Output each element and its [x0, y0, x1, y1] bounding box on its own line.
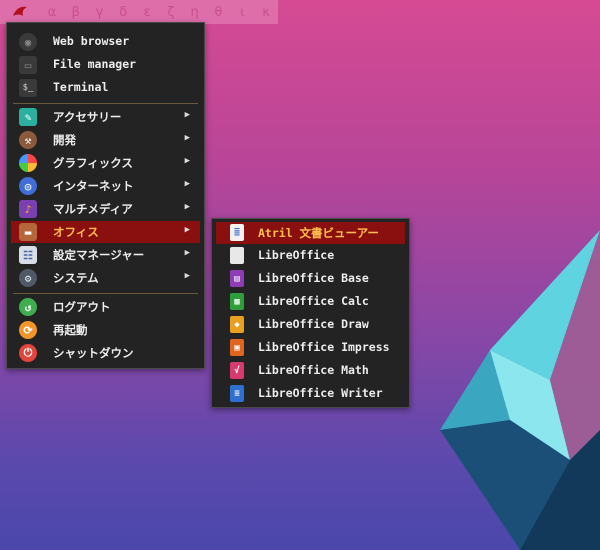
menu-item-libreoffice-impress[interactable]: ▣ LibreOffice Impress [216, 337, 405, 359]
menu-item-libreoffice-calc[interactable]: ▦ LibreOffice Calc [216, 291, 405, 313]
menu-item-terminal[interactable]: $_ Terminal [11, 77, 200, 99]
workspace-3[interactable]: γ [88, 5, 112, 20]
menu-separator [13, 293, 198, 294]
folder-icon: ▭ [19, 56, 37, 74]
restart-icon: ⟳ [19, 321, 37, 339]
libreoffice-icon [230, 247, 244, 264]
menu-item-label: LibreOffice Base [258, 271, 369, 285]
menu-item-label: LibreOffice Impress [258, 340, 390, 354]
menu-item-libreoffice-writer[interactable]: ≡ LibreOffice Writer [216, 383, 405, 405]
menu-item-office[interactable]: ▬ オフィス ▶ [11, 221, 200, 243]
menu-item-label: オフィス [53, 225, 99, 239]
hammer-icon: ⚒ [19, 131, 37, 149]
menu-item-system[interactable]: ⚙ システム ▶ [11, 267, 200, 289]
menu-item-label: LibreOffice Draw [258, 317, 369, 331]
menu-item-label: 開発 [53, 133, 76, 147]
libreoffice-base-icon: ▤ [230, 270, 244, 287]
libreoffice-draw-icon: ◆ [230, 316, 244, 333]
accessories-icon: ✎ [19, 108, 37, 126]
submenu-arrow-icon: ▶ [184, 248, 190, 258]
menu-item-label: 再起動 [53, 323, 88, 337]
menu-item-development[interactable]: ⚒ 開発 ▶ [11, 129, 200, 151]
briefcase-icon: ▬ [19, 223, 37, 241]
workspace-8[interactable]: θ [207, 5, 231, 20]
submenu-arrow-icon: ▶ [184, 225, 190, 235]
menu-item-label: Terminal [53, 80, 109, 94]
menu-item-logout[interactable]: ↺ ログアウト [11, 296, 200, 318]
submenu-arrow-icon: ▶ [184, 133, 190, 143]
menu-item-label: ログアウト [53, 300, 111, 314]
submenu-arrow-icon: ▶ [184, 156, 190, 166]
main-menu: ◉ Web browser ▭ File manager $_ Terminal… [6, 22, 205, 369]
menu-item-accessories[interactable]: ✎ アクセサリー ▶ [11, 106, 200, 128]
workspace-9[interactable]: ι [230, 5, 254, 20]
workspace-7[interactable]: η [183, 5, 207, 20]
menu-item-shutdown[interactable]: ⏻ シャットダウン [11, 342, 200, 364]
menu-item-label: Atril 文書ビューアー [258, 226, 379, 240]
taskbar: α β γ δ ε ζ η θ ι κ [0, 0, 278, 24]
submenu-arrow-icon: ▶ [184, 110, 190, 120]
multimedia-icon: ♪ [19, 200, 37, 218]
menu-item-libreoffice[interactable]: LibreOffice [216, 245, 405, 267]
logout-icon: ↺ [19, 298, 37, 316]
libreoffice-math-icon: √ [230, 362, 244, 379]
menu-item-web-browser[interactable]: ◉ Web browser [11, 31, 200, 53]
submenu-arrow-icon: ▶ [184, 271, 190, 281]
gear-icon: ⚙ [19, 269, 37, 287]
menu-item-graphics[interactable]: グラフィックス ▶ [11, 152, 200, 174]
menu-item-label: シャットダウン [53, 346, 134, 360]
graphics-icon [19, 154, 37, 172]
crystal-wallpaper-graphic [440, 230, 600, 550]
workspace-10[interactable]: κ [254, 5, 278, 20]
power-icon: ⏻ [19, 344, 37, 362]
menu-item-multimedia[interactable]: ♪ マルチメディア ▶ [11, 198, 200, 220]
menu-item-atril[interactable]: ≣ Atril 文書ビューアー [216, 222, 405, 244]
terminal-icon: $_ [19, 79, 37, 97]
bird-logo-icon[interactable] [0, 0, 40, 24]
libreoffice-writer-icon: ≡ [230, 385, 244, 402]
submenu-arrow-icon: ▶ [184, 179, 190, 189]
menu-item-label: File manager [53, 57, 137, 71]
menu-item-libreoffice-base[interactable]: ▤ LibreOffice Base [216, 268, 405, 290]
workspace-5[interactable]: ε [135, 5, 159, 20]
globe-icon: ◎ [19, 177, 37, 195]
menu-item-file-manager[interactable]: ▭ File manager [11, 54, 200, 76]
menu-item-internet[interactable]: ◎ インターネット ▶ [11, 175, 200, 197]
menu-item-restart[interactable]: ⟳ 再起動 [11, 319, 200, 341]
menu-item-libreoffice-math[interactable]: √ LibreOffice Math [216, 360, 405, 382]
menu-item-label: LibreOffice Math [258, 363, 369, 377]
workspace-4[interactable]: δ [111, 5, 135, 20]
settings-manager-icon: ☷ [19, 246, 37, 264]
menu-item-label: グラフィックス [53, 156, 133, 170]
menu-item-libreoffice-draw[interactable]: ◆ LibreOffice Draw [216, 314, 405, 336]
menu-item-label: 設定マネージャー [53, 248, 145, 262]
workspace-1[interactable]: α [40, 5, 64, 20]
workspace-2[interactable]: β [64, 5, 88, 20]
libreoffice-calc-icon: ▦ [230, 293, 244, 310]
menu-item-label: システム [53, 271, 99, 285]
menu-item-settings-manager[interactable]: ☷ 設定マネージャー ▶ [11, 244, 200, 266]
submenu-arrow-icon: ▶ [184, 202, 190, 212]
menu-item-label: LibreOffice Writer [258, 386, 383, 400]
menu-item-label: インターネット [53, 179, 134, 193]
document-viewer-icon: ≣ [230, 224, 244, 241]
libreoffice-impress-icon: ▣ [230, 339, 244, 356]
compass-icon: ◉ [19, 33, 37, 51]
office-submenu: ≣ Atril 文書ビューアー LibreOffice ▤ LibreOffic… [211, 218, 410, 408]
menu-item-label: LibreOffice [258, 248, 335, 262]
menu-separator [13, 103, 198, 104]
menu-item-label: アクセサリー [53, 110, 122, 124]
menu-item-label: Web browser [53, 34, 130, 48]
menu-item-label: マルチメディア [53, 202, 133, 216]
workspace-6[interactable]: ζ [159, 5, 183, 20]
menu-item-label: LibreOffice Calc [258, 294, 369, 308]
